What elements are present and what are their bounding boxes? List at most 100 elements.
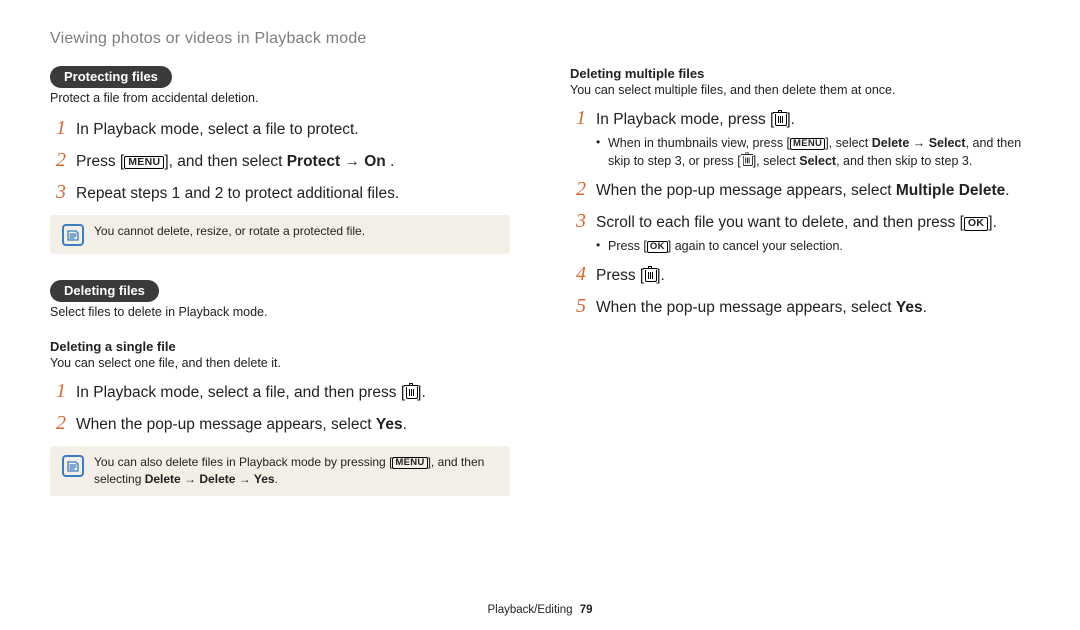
page-title: Viewing photos or videos in Playback mod… — [50, 30, 1030, 48]
menu-key-icon: MENU — [790, 138, 825, 150]
footer-page-number: 79 — [580, 604, 593, 616]
text: . — [386, 153, 395, 170]
deleting-files-description: Select files to delete in Playback mode. — [50, 305, 510, 319]
bold-text: Yes — [376, 416, 403, 433]
step-body: Press [MENU], and then select Protect → … — [76, 152, 394, 173]
delete-single-step-1: 1 In Playback mode, select a file, and t… — [50, 380, 510, 404]
bold-text: Select — [799, 154, 836, 168]
bold-text: Delete → Select — [872, 136, 966, 150]
protect-step-3: 3 Repeat steps 1 and 2 to protect additi… — [50, 181, 510, 205]
note-icon — [62, 224, 84, 246]
step-number: 2 — [570, 178, 586, 201]
right-column: Deleting multiple files You can select m… — [570, 66, 1030, 496]
footer-section: Playback/Editing — [487, 604, 572, 616]
step-body: Scroll to each file you want to delete, … — [596, 213, 997, 255]
step-number: 3 — [50, 181, 66, 204]
text: Press [ — [596, 267, 644, 284]
ok-key-icon: OK — [964, 217, 988, 231]
text: . — [403, 416, 407, 433]
text: , and then skip to step 3. — [836, 154, 972, 168]
step-substeps: Press [OK] again to cancel your selectio… — [596, 237, 997, 255]
text: In Playback mode, press [ — [596, 111, 774, 128]
subdesc-delete-single: You can select one file, and then delete… — [50, 356, 510, 370]
manual-page: Viewing photos or videos in Playback mod… — [0, 0, 1080, 630]
delete-multiple-step-3: 3 Scroll to each file you want to delete… — [570, 210, 1030, 255]
step-body: In Playback mode, press []. When in thum… — [596, 110, 1030, 170]
note-icon — [62, 455, 84, 477]
step-number: 2 — [50, 149, 66, 172]
step-number: 1 — [570, 107, 586, 130]
note-text: You cannot delete, resize, or rotate a p… — [94, 223, 365, 240]
delete-multiple-step-2: 2 When the pop-up message appears, selec… — [570, 178, 1030, 202]
note-delete: You can also delete files in Playback mo… — [50, 446, 510, 497]
menu-key-icon: MENU — [124, 156, 164, 170]
step-number: 2 — [50, 412, 66, 435]
step-substeps: When in thumbnails view, press [MENU], s… — [596, 134, 1030, 170]
substep: When in thumbnails view, press [MENU], s… — [596, 134, 1030, 170]
note-protect: You cannot delete, resize, or rotate a p… — [50, 215, 510, 254]
menu-key-icon: MENU — [392, 457, 427, 469]
text: When the pop-up message appears, select — [596, 299, 896, 316]
text: ]. — [417, 384, 426, 401]
text: When the pop-up message appears, select — [596, 182, 896, 199]
bold-text: Delete → Delete → Yes — [145, 472, 275, 486]
protecting-files-description: Protect a file from accidental deletion. — [50, 91, 510, 105]
delete-multiple-steps: 1 In Playback mode, press []. When in th… — [570, 107, 1030, 319]
trash-icon — [644, 268, 656, 282]
delete-multiple-step-5: 5 When the pop-up message appears, selec… — [570, 295, 1030, 319]
text: ] again to cancel your selection. — [668, 239, 843, 253]
text: . — [275, 472, 278, 486]
substep: Press [OK] again to cancel your selectio… — [596, 237, 997, 255]
delete-single-step-2: 2 When the pop-up message appears, selec… — [50, 412, 510, 436]
note-text: You can also delete files in Playback mo… — [94, 454, 498, 489]
text: ]. — [786, 111, 795, 128]
step-body: In Playback mode, select a file to prote… — [76, 120, 359, 141]
step-number: 4 — [570, 263, 586, 286]
page-footer: Playback/Editing 79 — [0, 604, 1080, 616]
text: You can also delete files in Playback mo… — [94, 455, 392, 469]
protect-step-1: 1 In Playback mode, select a file to pro… — [50, 117, 510, 141]
step-body: In Playback mode, select a file, and the… — [76, 383, 426, 404]
pill-protecting-files: Protecting files — [50, 66, 172, 88]
two-column-layout: Protecting files Protect a file from acc… — [50, 66, 1030, 496]
trash-icon — [774, 112, 786, 126]
trash-icon — [405, 385, 417, 399]
protect-step-2: 2 Press [MENU], and then select Protect … — [50, 149, 510, 173]
trash-icon — [742, 154, 752, 166]
text: Press [ — [76, 153, 124, 170]
text: In Playback mode, select a file, and the… — [76, 384, 405, 401]
step-body: Repeat steps 1 and 2 to protect addition… — [76, 184, 399, 205]
delete-multiple-step-4: 4 Press []. — [570, 263, 1030, 287]
text: ], select — [753, 154, 800, 168]
text: When the pop-up message appears, select — [76, 416, 376, 433]
subhead-delete-single: Deleting a single file — [50, 339, 510, 354]
section-deleting-files: Deleting files Select files to delete in… — [50, 280, 510, 497]
text: . — [923, 299, 927, 316]
text: ]. — [656, 267, 665, 284]
text: ], and then select — [164, 153, 286, 170]
step-number: 1 — [50, 380, 66, 403]
ok-key-icon: OK — [647, 241, 668, 253]
text: . — [1005, 182, 1009, 199]
protect-steps: 1 In Playback mode, select a file to pro… — [50, 117, 510, 205]
text: Press [ — [608, 239, 647, 253]
step-number: 5 — [570, 295, 586, 318]
delete-single-steps: 1 In Playback mode, select a file, and t… — [50, 380, 510, 436]
text: ]. — [988, 214, 997, 231]
bold-text: Multiple Delete — [896, 182, 1005, 199]
step-body: When the pop-up message appears, select … — [596, 181, 1010, 202]
step-number: 1 — [50, 117, 66, 140]
bold-text: Yes — [896, 299, 923, 316]
pill-deleting-files: Deleting files — [50, 280, 159, 302]
subdesc-delete-multiple: You can select multiple files, and then … — [570, 83, 1030, 97]
section-protecting-files: Protecting files Protect a file from acc… — [50, 66, 510, 254]
step-body: When the pop-up message appears, select … — [596, 298, 927, 319]
left-column: Protecting files Protect a file from acc… — [50, 66, 510, 496]
text: Scroll to each file you want to delete, … — [596, 214, 964, 231]
text: When in thumbnails view, press [ — [608, 136, 790, 150]
text: ], select — [825, 136, 872, 150]
delete-multiple-step-1: 1 In Playback mode, press []. When in th… — [570, 107, 1030, 170]
step-number: 3 — [570, 210, 586, 233]
step-body: Press []. — [596, 266, 665, 287]
subhead-delete-multiple: Deleting multiple files — [570, 66, 1030, 81]
